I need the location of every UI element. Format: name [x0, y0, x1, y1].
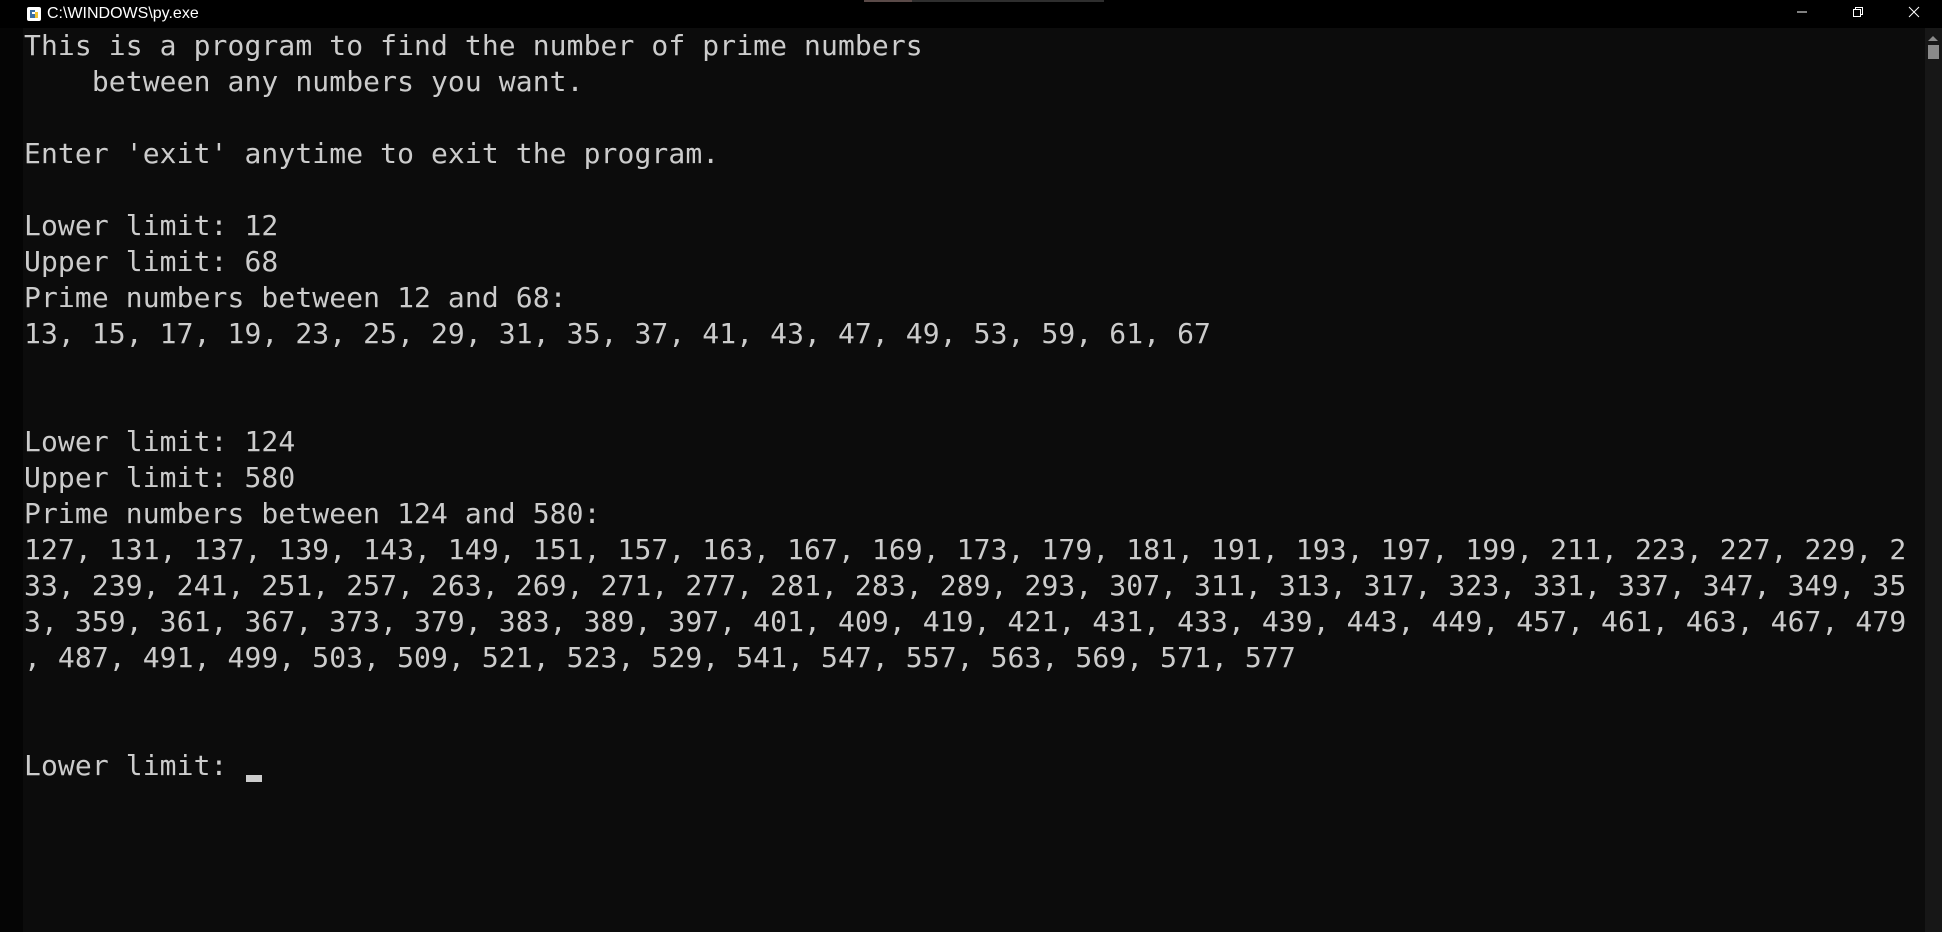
text-cursor	[246, 775, 263, 782]
taskbar-preview-strip	[912, 0, 1104, 2]
restore-icon	[1852, 5, 1864, 23]
console-line: 13, 15, 17, 19, 23, 25, 29, 31, 35, 37, …	[24, 317, 1212, 350]
console-line: 127, 131, 137, 139, 143, 149, 151, 157, …	[24, 533, 1907, 566]
input-prompt: Lower limit:	[24, 749, 245, 782]
console-line: Prime numbers between 12 and 68:	[24, 281, 567, 314]
console-line: 3, 359, 361, 367, 373, 379, 383, 389, 39…	[24, 605, 1907, 638]
restore-button[interactable]	[1830, 0, 1886, 28]
console-output[interactable]: This is a program to find the number of …	[24, 28, 1930, 932]
console-line: Lower limit: 124	[24, 425, 296, 458]
console-line: Upper limit: 68	[24, 245, 279, 278]
minimize-button[interactable]	[1774, 0, 1830, 28]
console-window: C:\WINDOWS\py.exe This is a program to f…	[0, 0, 1942, 932]
console-line: between any numbers you want.	[24, 65, 584, 98]
vertical-scrollbar[interactable]	[1925, 28, 1942, 932]
scroll-thumb[interactable]	[1928, 45, 1939, 59]
console-line: Lower limit: 12	[24, 209, 279, 242]
scroll-up-arrow-icon[interactable]	[1928, 36, 1938, 41]
console-line: This is a program to find the number of …	[24, 29, 923, 62]
console-line: , 487, 491, 499, 503, 509, 521, 523, 529…	[24, 641, 1296, 674]
taskbar-preview-accent	[864, 0, 912, 2]
window-controls	[1774, 0, 1942, 28]
close-button[interactable]	[1886, 0, 1942, 28]
console-line: Prime numbers between 124 and 580:	[24, 497, 601, 530]
python-launcher-icon	[26, 6, 42, 22]
console-line: Enter 'exit' anytime to exit the program…	[24, 137, 720, 170]
minimize-icon	[1796, 5, 1808, 23]
window-title: C:\WINDOWS\py.exe	[47, 5, 199, 22]
prompt-line[interactable]: Lower limit:	[24, 748, 1930, 784]
close-icon	[1908, 5, 1920, 23]
window-left-edge	[0, 28, 23, 932]
title-bar[interactable]: C:\WINDOWS\py.exe	[0, 0, 1942, 28]
console-line: 33, 239, 241, 251, 257, 263, 269, 271, 2…	[24, 569, 1907, 602]
console-line: Upper limit: 580	[24, 461, 296, 494]
